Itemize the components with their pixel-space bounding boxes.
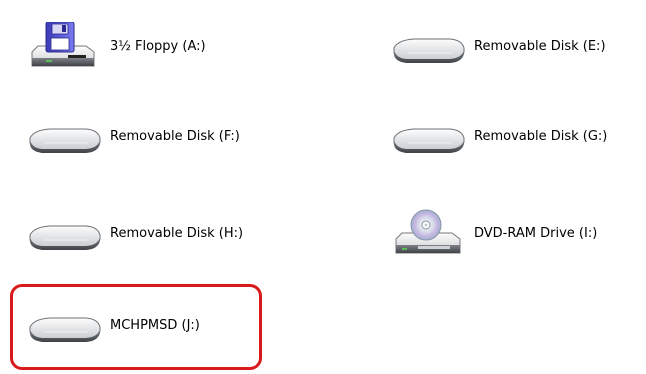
- dvd-drive-icon: [388, 209, 468, 259]
- removable-disk-icon: [24, 112, 104, 162]
- drive-label: MCHPMSD (J:): [110, 318, 200, 333]
- drive-item-i[interactable]: DVD-RAM Drive (I:): [388, 209, 597, 259]
- drive-item-f[interactable]: Removable Disk (F:): [24, 112, 240, 162]
- removable-disk-icon: [24, 209, 104, 259]
- removable-disk-icon: [24, 301, 104, 351]
- drive-item-e[interactable]: Removable Disk (E:): [388, 22, 606, 72]
- drive-label: Removable Disk (H:): [110, 226, 244, 241]
- drive-label: 3½ Floppy (A:): [110, 39, 206, 54]
- drive-item-a[interactable]: 3½ Floppy (A:): [24, 22, 206, 72]
- removable-disk-icon: [388, 112, 468, 162]
- drive-label: DVD-RAM Drive (I:): [474, 226, 598, 241]
- drive-label: Removable Disk (F:): [110, 129, 240, 144]
- drive-item-h[interactable]: Removable Disk (H:): [24, 209, 243, 259]
- drive-item-g[interactable]: Removable Disk (G:): [388, 112, 607, 162]
- drive-item-j[interactable]: MCHPMSD (J:): [24, 301, 200, 351]
- drive-label: Removable Disk (G:): [474, 129, 608, 144]
- floppy-drive-icon: [24, 22, 104, 72]
- removable-disk-icon: [388, 22, 468, 72]
- drive-label: Removable Disk (E:): [474, 39, 606, 54]
